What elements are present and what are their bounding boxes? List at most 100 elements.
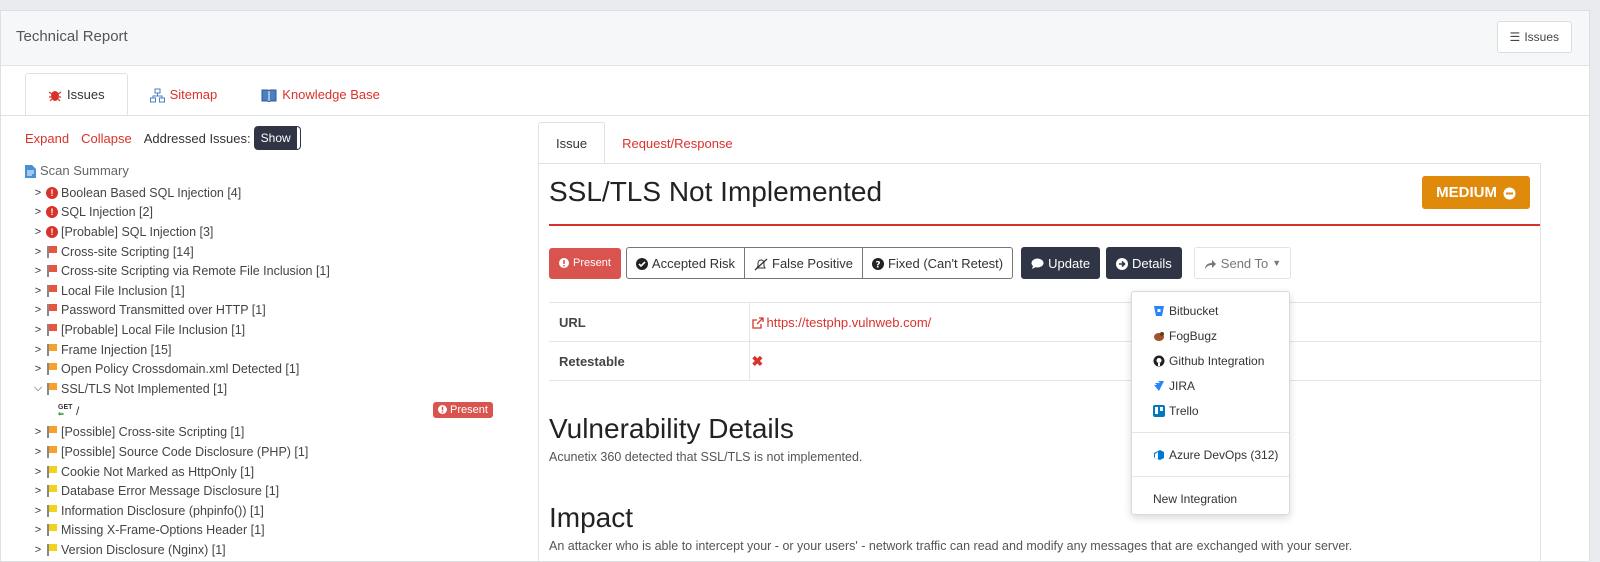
chevron-right-icon[interactable]: > bbox=[31, 524, 45, 536]
tree-node-label: Cross-site Scripting [14] bbox=[61, 244, 194, 259]
cross-icon: ✖ bbox=[751, 352, 764, 369]
tree-node[interactable]: >! SQL Injection [2] bbox=[25, 203, 505, 223]
table-row: Retestable ✖ bbox=[549, 341, 1542, 381]
bitbucket-icon bbox=[1153, 304, 1165, 318]
chevron-right-icon[interactable]: > bbox=[31, 324, 45, 336]
tab-issue[interactable]: Issue bbox=[538, 122, 606, 164]
fogbugz-icon bbox=[1153, 329, 1165, 343]
chevron-right-icon[interactable]: > bbox=[31, 344, 45, 356]
scan-summary-label: Scan Summary bbox=[40, 163, 129, 179]
chevron-right-icon[interactable]: > bbox=[31, 285, 45, 297]
tree-node[interactable]: > Frame Injection [15] bbox=[25, 340, 505, 360]
chevron-right-icon[interactable]: > bbox=[31, 446, 45, 458]
chevron-right-icon[interactable]: > bbox=[31, 426, 45, 438]
tree-node[interactable]: > Database Error Message Disclosure [1] bbox=[25, 481, 505, 501]
menu-item-azure-devops[interactable]: Azure DevOps (312) bbox=[1132, 442, 1289, 467]
send-to-button[interactable]: Send To ▼ bbox=[1193, 247, 1292, 279]
critical-severity-icon: ! bbox=[45, 226, 59, 239]
critical-severity-icon: ! bbox=[45, 206, 59, 219]
false-positive-button[interactable]: False Positive bbox=[745, 247, 863, 279]
tree-node[interactable]: ⌵ SSL/TLS Not Implemented [1] bbox=[25, 379, 505, 399]
tree-node[interactable]: > Password Transmitted over HTTP [1] bbox=[25, 301, 505, 321]
collapse-link[interactable]: Collapse bbox=[81, 131, 132, 146]
chevron-right-icon[interactable]: > bbox=[31, 466, 45, 478]
tab-knowledge-base[interactable]: Knowledge Base bbox=[239, 73, 402, 116]
medium-severity-flag-icon bbox=[45, 343, 59, 356]
chevron-right-icon[interactable]: > bbox=[31, 505, 45, 517]
accepted-risk-button[interactable]: Accepted Risk bbox=[625, 247, 746, 279]
arrow-circle-right-icon bbox=[1116, 256, 1129, 271]
tree-node-label: [Possible] Cross-site Scripting [1] bbox=[61, 425, 245, 440]
menu-item-trello[interactable]: Trello bbox=[1132, 398, 1289, 423]
report-tabs: Issues Sitemap Knowledge Base bbox=[25, 73, 402, 116]
tree-node-label: Password Transmitted over HTTP [1] bbox=[61, 303, 266, 318]
false-positive-label: False Positive bbox=[772, 255, 853, 271]
medium-severity-flag-icon bbox=[45, 445, 59, 458]
menu-item-jira[interactable]: JIRA bbox=[1132, 373, 1289, 398]
chevron-right-icon[interactable]: > bbox=[31, 544, 45, 556]
accepted-risk-label: Accepted Risk bbox=[651, 255, 736, 271]
chevron-right-icon[interactable]: > bbox=[31, 363, 45, 375]
tab-sitemap[interactable]: Sitemap bbox=[128, 73, 240, 116]
issue-title: SSL/TLS Not Implemented bbox=[549, 176, 883, 207]
present-button[interactable]: Present bbox=[549, 247, 621, 279]
tree-node[interactable]: > Missing X-Frame-Options Header [1] bbox=[25, 521, 505, 541]
issues-button[interactable]: ☰ Issues bbox=[1496, 21, 1572, 53]
trello-icon bbox=[1153, 404, 1165, 418]
tree-node[interactable]: > Version Disclosure (Nginx) [1] bbox=[25, 540, 505, 560]
tree-node[interactable]: > Open Policy Crossdomain.xml Detected [1… bbox=[25, 359, 505, 379]
minus-circle-icon bbox=[1503, 184, 1516, 201]
addressed-issues-label: Addressed Issues: bbox=[143, 130, 251, 146]
details-button[interactable]: Details bbox=[1106, 247, 1182, 279]
chevron-right-icon[interactable]: > bbox=[31, 226, 45, 238]
chevron-right-icon[interactable]: > bbox=[31, 304, 45, 316]
tree-node[interactable]: > [Possible] Cross-site Scripting [1] bbox=[25, 423, 505, 443]
fixed-cant-retest-button[interactable]: ? Fixed (Can't Retest) bbox=[862, 247, 1014, 279]
show-toggle[interactable]: Show bbox=[254, 127, 300, 149]
chevron-right-icon[interactable]: > bbox=[31, 206, 45, 218]
method-label: GET bbox=[58, 403, 73, 411]
fixed-label: Fixed (Can't Retest) bbox=[887, 255, 1004, 271]
tree-node[interactable]: >! [Probable] SQL Injection [3] bbox=[25, 222, 505, 242]
low-severity-flag-icon bbox=[45, 504, 59, 517]
tab-sitemap-label: Sitemap bbox=[169, 87, 218, 102]
expand-link[interactable]: Expand bbox=[25, 131, 69, 146]
comment-icon bbox=[1031, 256, 1044, 271]
tree-node[interactable]: > Cross-site Scripting via Remote File In… bbox=[25, 261, 505, 281]
tree-node[interactable]: > [Probable] Local File Inclusion [1] bbox=[25, 320, 505, 340]
status-button-group: Accepted Risk False Positive ? Fixed (Ca… bbox=[625, 247, 1014, 279]
medium-severity-flag-icon bbox=[45, 382, 59, 395]
bug-icon bbox=[48, 87, 62, 103]
chevron-right-icon[interactable]: > bbox=[31, 265, 45, 277]
menu-item-github[interactable]: Github Integration bbox=[1132, 348, 1289, 373]
menu-item-label: Github Integration bbox=[1169, 353, 1265, 368]
chevron-right-icon[interactable]: > bbox=[31, 485, 45, 497]
chevron-down-icon[interactable]: ⌵ bbox=[31, 382, 45, 395]
high-severity-flag-icon bbox=[45, 265, 59, 278]
tree-child-node[interactable]: GET ⇐ / Present bbox=[25, 399, 505, 423]
tree-node[interactable]: > Cross-site Scripting [14] bbox=[25, 242, 505, 262]
tree-node[interactable]: > Local File Inclusion [1] bbox=[25, 281, 505, 301]
chevron-right-icon[interactable]: > bbox=[31, 246, 45, 258]
sitemap-icon bbox=[149, 86, 165, 103]
azure-devops-icon bbox=[1153, 448, 1165, 462]
tree-node[interactable]: > [Possible] Source Code Disclosure (PHP)… bbox=[25, 442, 505, 462]
chevron-right-icon[interactable]: > bbox=[31, 187, 45, 199]
tree-node-label: Cross-site Scripting via Remote File Inc… bbox=[61, 264, 330, 279]
update-button[interactable]: Update bbox=[1021, 247, 1101, 279]
tab-request-response[interactable]: Request/Response bbox=[605, 122, 750, 164]
tree-node[interactable]: >! Boolean Based SQL Injection [4] bbox=[25, 183, 505, 203]
scan-summary-link[interactable]: Scan Summary bbox=[25, 163, 505, 179]
tree-node[interactable]: > Information Disclosure (phpinfo()) [1] bbox=[25, 501, 505, 521]
tree-node[interactable]: > Cookie Not Marked as HttpOnly [1] bbox=[25, 462, 505, 482]
issue-actions: Present Accepted Risk False Positive ? F… bbox=[549, 247, 1292, 279]
menu-item-label: JIRA bbox=[1169, 378, 1196, 393]
menu-item-bitbucket[interactable]: Bitbucket bbox=[1132, 298, 1289, 323]
tab-knowledge-base-label: Knowledge Base bbox=[282, 87, 380, 102]
present-badge-label: Present bbox=[450, 403, 488, 416]
menu-item-new-integration[interactable]: New Integration bbox=[1132, 486, 1289, 511]
tree-node-label: Frame Injection [15] bbox=[61, 342, 172, 357]
menu-item-fogbugz[interactable]: FogBugz bbox=[1132, 323, 1289, 348]
tab-issues[interactable]: Issues bbox=[25, 73, 128, 116]
bell-slash-icon bbox=[754, 255, 768, 271]
